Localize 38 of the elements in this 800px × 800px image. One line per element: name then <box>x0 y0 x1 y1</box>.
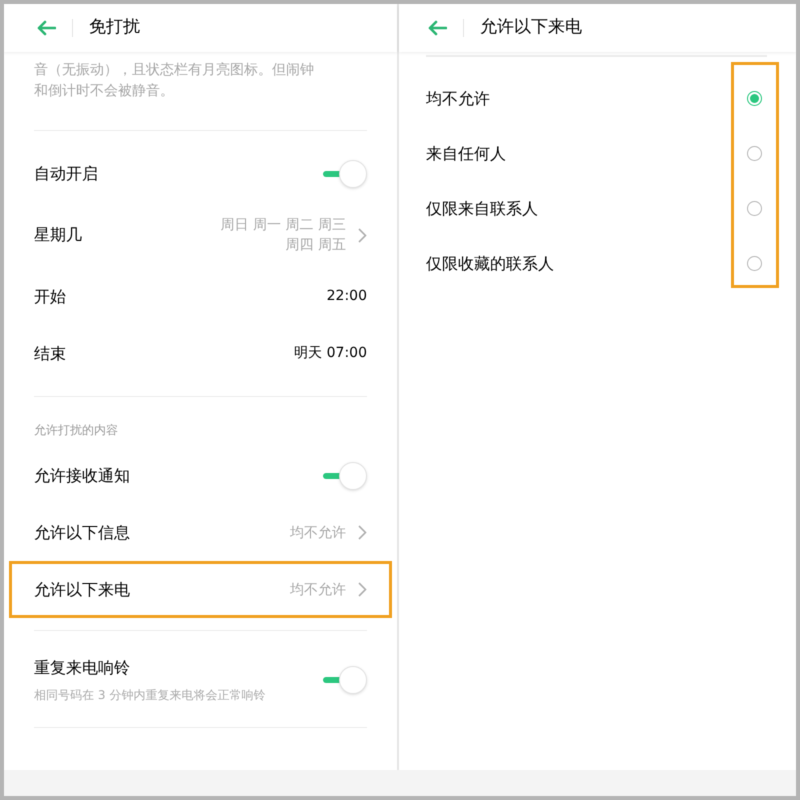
setting-label: 允许以下信息 <box>34 522 130 544</box>
setting-label: 允许接收通知 <box>34 464 130 486</box>
back-icon[interactable] <box>36 20 56 36</box>
option-row[interactable]: 来自任何人 <box>426 126 769 181</box>
radio-button[interactable] <box>747 91 762 106</box>
setting-label: 结束 <box>34 342 66 364</box>
setting-label: 星期几 <box>34 224 82 246</box>
option-row[interactable]: 均不允许 <box>426 71 769 126</box>
setting-value: 周日 周一 周二 周三 <box>220 216 346 235</box>
radio-button[interactable] <box>747 201 762 216</box>
setting-value: 明天 07:00 <box>294 344 367 363</box>
option-row[interactable]: 仅限收藏的联系人 <box>426 236 769 291</box>
setting-value: 均不允许 <box>290 524 346 542</box>
page-title: 免打扰 <box>89 16 140 40</box>
setting-value: 均不允许 <box>290 580 346 600</box>
toggle-switch[interactable] <box>323 460 367 490</box>
setting-subtitle: 相同号码在 3 分钟内重复来电将会正常响铃 <box>34 687 266 704</box>
description-text: 音（无振动），且状态栏有月亮图标。但闹钟和倒计时不会被静音。 <box>34 61 315 101</box>
chevron-icon <box>358 228 367 242</box>
setting-row[interactable]: 星期几 周日 周一 周二 周三 周四 周五 <box>12 202 389 268</box>
setting-row[interactable]: 允许以下来电 均不允许 <box>9 561 392 618</box>
setting-label: 自动开启 <box>34 162 98 184</box>
setting-label: 允许以下来电 <box>34 578 130 600</box>
chevron-icon <box>358 582 367 597</box>
setting-value: 周四 周五 <box>286 236 346 255</box>
toggle-switch[interactable] <box>323 665 367 695</box>
section-header: 允许打扰的内容 <box>34 422 119 439</box>
radio-button[interactable] <box>747 256 762 271</box>
back-icon[interactable] <box>427 20 447 36</box>
setting-value: 22:00 <box>326 287 367 306</box>
radio-button[interactable] <box>747 146 762 161</box>
setting-label: 开始 <box>34 286 66 308</box>
setting-row[interactable]: 允许以下信息 均不允许 <box>12 504 389 561</box>
page-title: 允许以下来电 <box>480 16 582 40</box>
setting-label: 重复来电响铃 <box>34 657 131 679</box>
toggle-switch[interactable] <box>323 158 367 188</box>
option-row[interactable]: 仅限来自联系人 <box>426 181 769 236</box>
chevron-icon <box>358 525 367 540</box>
